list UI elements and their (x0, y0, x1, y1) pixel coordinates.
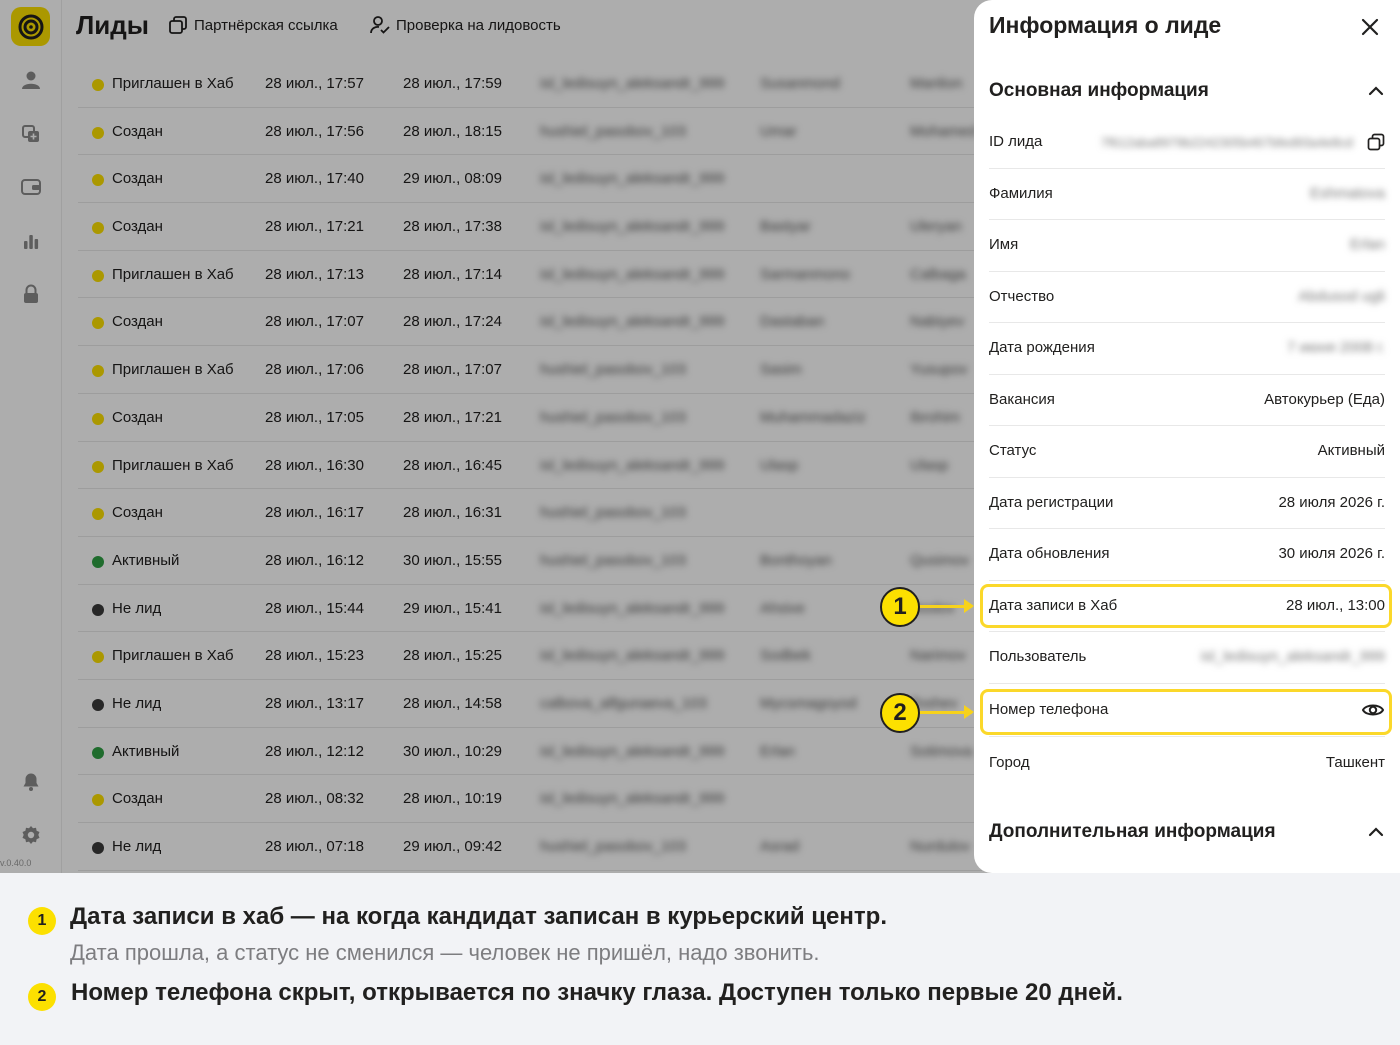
callout-badge-2: 2 (880, 693, 920, 733)
callout-arrow-1 (918, 599, 974, 613)
field-value-registration-date: 28 июля 2026 г. (1278, 493, 1385, 511)
lead-info-panel: Информация о лиде Основная информация ID… (974, 0, 1400, 873)
field-label: Дата регистрации (989, 493, 1114, 511)
field-value-vacancy: Автокурьер (Еда) (1264, 390, 1385, 408)
close-icon (1361, 18, 1379, 36)
field-value-name: Erlan (1349, 236, 1385, 253)
hub-date-highlight (980, 584, 1392, 628)
field-update-date: Дата обновления 30 июля 2026 г. (989, 529, 1385, 581)
field-label: Город (989, 754, 1030, 771)
close-button[interactable] (1357, 14, 1383, 40)
callout-badge-1: 1 (880, 587, 920, 627)
caption-title-2: Номер телефона скрыт, открывается по зна… (71, 979, 1123, 1006)
field-birth-date: Дата рождения 7 июня 2008 г. (989, 323, 1385, 375)
field-label: ID лида (989, 133, 1043, 150)
field-value-city: Ташкент (1325, 754, 1385, 771)
field-name: Имя Erlan (989, 220, 1385, 272)
chevron-up-icon[interactable] (1366, 81, 1386, 101)
main-info-section-title[interactable]: Основная информация (989, 80, 1209, 102)
phone-highlight (980, 689, 1392, 735)
field-label: Имя (989, 236, 1019, 253)
field-value-update-date: 30 июля 2026 г. (1278, 545, 1385, 562)
field-registration-date: Дата регистрации 28 июля 2026 г. (989, 478, 1385, 529)
field-label: Отчество (989, 287, 1055, 305)
field-vacancy: Вакансия Автокурьер (Еда) (989, 375, 1385, 426)
field-user: Пользователь isl_ledisuyn_aleksandr_999 (989, 632, 1385, 684)
caption-title-1: Дата записи в хаб — на когда кандидат за… (70, 903, 887, 930)
field-status: Статус Активный (989, 426, 1385, 478)
caption-subtitle-1: Дата прошла, а статус не сменился — чело… (70, 940, 820, 965)
callout-arrow-2 (918, 705, 974, 719)
field-label: Вакансия (989, 390, 1055, 408)
field-value-patronymic: Abdusod ugli (1298, 287, 1385, 305)
chevron-up-icon[interactable] (1366, 822, 1386, 842)
field-city: Город Ташкент (989, 738, 1385, 790)
field-label: Статус (989, 442, 1037, 459)
field-value-status: Активный (1317, 442, 1385, 459)
caption-area: 1 Дата записи в хаб — на когда кандидат … (0, 873, 1400, 1045)
app-window: v.0.40.0 Лиды Партнёрская ссылка Проверк… (0, 0, 1400, 873)
field-value-birth-date: 7 июня 2008 г. (1286, 339, 1385, 356)
field-value-lead-id: 7f612aba8979b2242305b467bfed93a4e8cd (1100, 135, 1353, 150)
panel-title: Информация о лиде (989, 12, 1222, 38)
field-patronymic: Отчество Abdusod ugli (989, 272, 1385, 323)
copy-icon[interactable] (1367, 133, 1385, 151)
field-value-surname: Eshmatova (1309, 184, 1385, 202)
extra-info-section-title[interactable]: Дополнительная информация (989, 821, 1276, 843)
field-label: Фамилия (989, 184, 1053, 202)
caption-badge-1: 1 (28, 907, 56, 935)
field-surname: Фамилия Eshmatova (989, 169, 1385, 220)
field-label: Пользователь (989, 648, 1087, 665)
field-label: Дата обновления (989, 545, 1110, 562)
caption-badge-2: 2 (28, 983, 56, 1011)
field-lead-id: ID лида 7f612aba8979b2242305b467bfed93a4… (989, 117, 1385, 169)
field-label: Дата рождения (989, 339, 1095, 356)
field-value-user: isl_ledisuyn_aleksandr_999 (1200, 648, 1385, 665)
